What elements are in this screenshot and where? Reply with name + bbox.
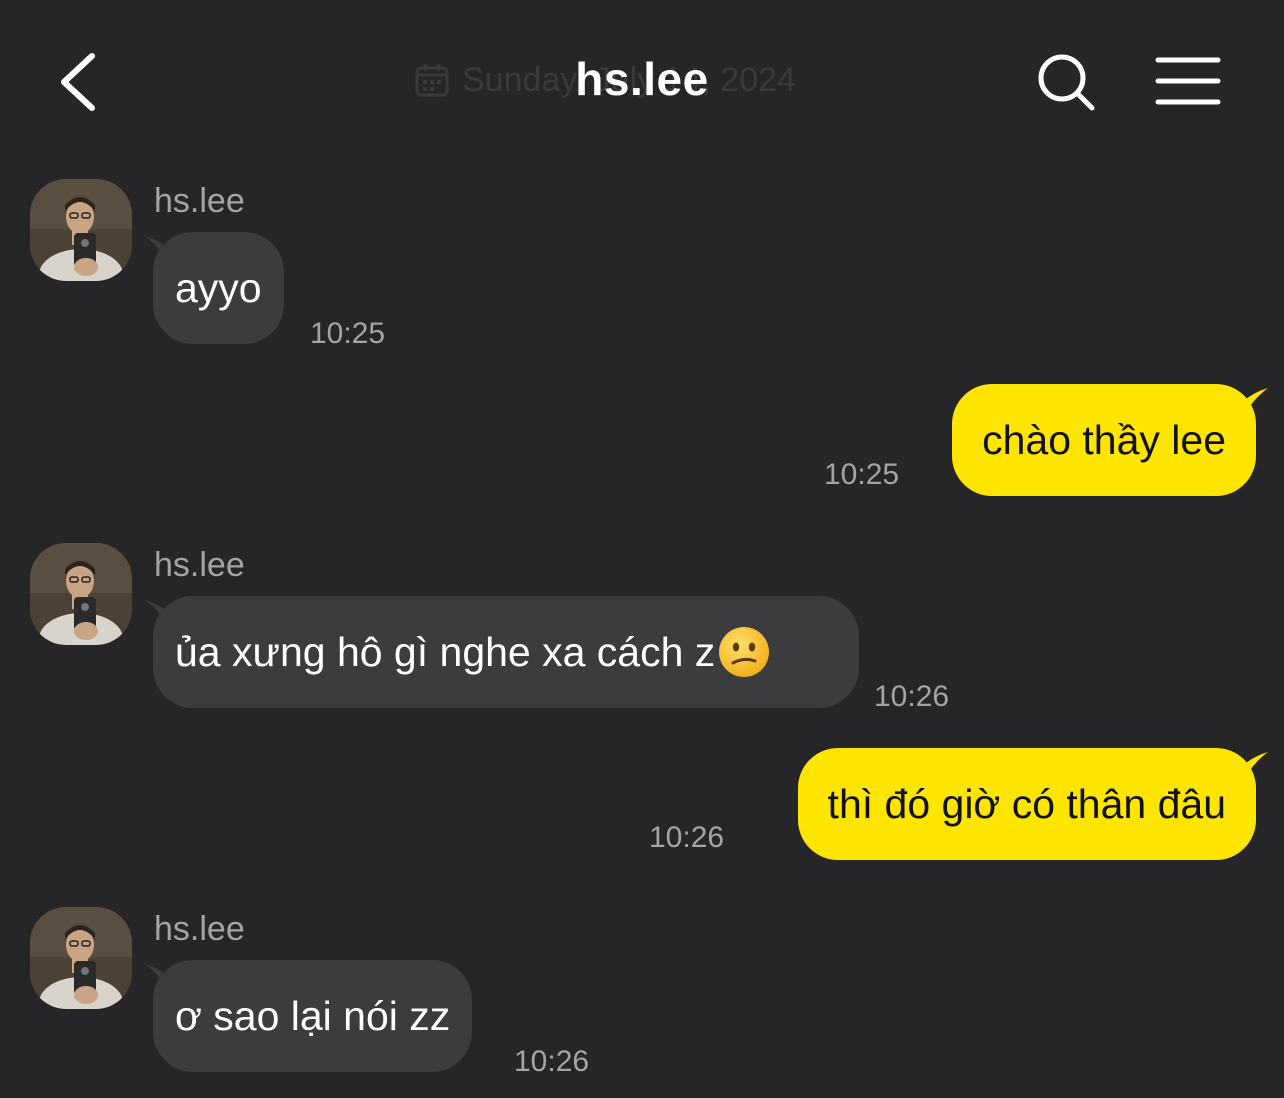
date-separator: Sunday, July 14, 2024 xyxy=(414,56,796,104)
sender-name: hs.lee xyxy=(154,910,245,948)
profile-photo xyxy=(30,543,132,645)
message-text: ayyo xyxy=(175,264,262,311)
avatar[interactable] xyxy=(30,543,132,645)
message-time: 10:26 xyxy=(649,821,725,854)
confused-face-emoji-icon xyxy=(719,627,770,677)
chevron-left-icon xyxy=(61,53,95,111)
profile-photo xyxy=(30,179,132,281)
message-text: ủa xưng hô gì nghe xa cách z xyxy=(175,628,716,675)
avatar[interactable] xyxy=(30,907,132,1009)
message-time: 10:26 xyxy=(514,1045,590,1078)
message-bubble[interactable]: thì đó giờ có thân đâu xyxy=(797,748,1256,860)
message-time: 10:25 xyxy=(310,317,386,350)
sender-name: hs.lee xyxy=(154,182,245,220)
message-text: ơ sao lại nói zz xyxy=(175,992,451,1039)
message-text: thì đó giờ có thân đâu xyxy=(827,780,1226,827)
message-bubble[interactable]: ơ sao lại nói zz xyxy=(153,960,473,1072)
back-button[interactable] xyxy=(40,40,120,124)
calendar-icon xyxy=(415,64,449,97)
avatar[interactable] xyxy=(30,179,132,281)
profile-photo xyxy=(30,907,132,1009)
hamburger-menu-icon xyxy=(1155,57,1221,105)
menu-button[interactable] xyxy=(1146,46,1230,120)
sender-name: hs.lee xyxy=(154,546,245,584)
message-bubble[interactable]: ayyo xyxy=(153,232,284,344)
message-text: chào thầy lee xyxy=(982,416,1226,463)
search-button[interactable] xyxy=(1030,46,1104,120)
message-bubble[interactable]: chào thầy lee xyxy=(952,384,1256,496)
message-time: 10:26 xyxy=(874,680,950,713)
chat-header: Sunday, July 14, 2024 hs.lee xyxy=(0,0,1284,160)
message-bubble[interactable]: ủa xưng hô gì nghe xa cách z xyxy=(153,596,859,708)
search-icon xyxy=(1038,54,1095,111)
date-separator-text: Sunday, July 14, 2024 xyxy=(462,60,796,99)
message-time: 10:25 xyxy=(824,458,900,491)
